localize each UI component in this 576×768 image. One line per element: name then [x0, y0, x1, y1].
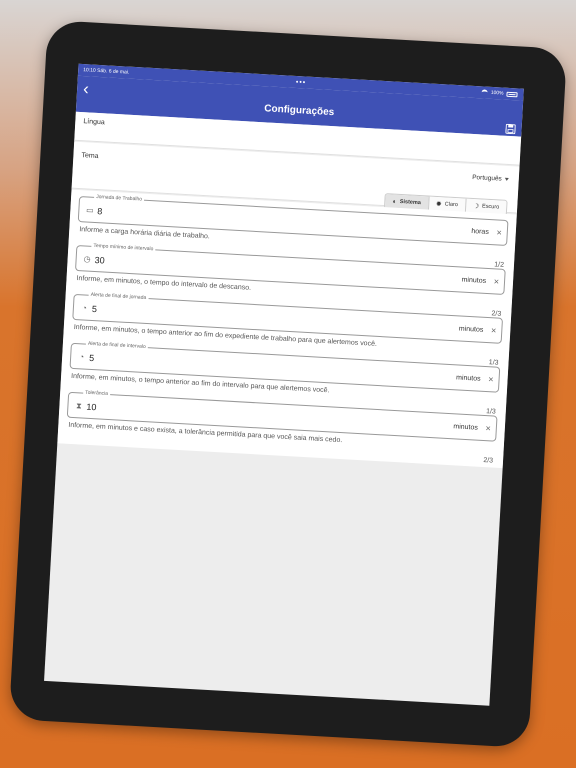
theme-option-icon: ✹	[435, 200, 442, 209]
tablet-device: 10:10 Sáb. 6 de mai. 100% ••• ‹ Configur…	[8, 20, 568, 748]
wifi-icon	[481, 89, 488, 96]
field-label: Tolerância	[83, 389, 111, 398]
screen: 10:10 Sáb. 6 de mai. 100% ••• ‹ Configur…	[44, 63, 524, 706]
field-value[interactable]: 10	[86, 402, 97, 413]
theme-option-label: Claro	[444, 201, 459, 209]
theme-option-icon: ◐	[392, 198, 397, 206]
language-label: Língua	[83, 118, 105, 127]
battery-percent: 100%	[490, 89, 504, 97]
clock-icon: ◔	[79, 352, 85, 362]
status-right: 100%	[481, 89, 518, 97]
field-value[interactable]: 5	[89, 353, 95, 363]
field-value[interactable]: 30	[94, 255, 105, 266]
briefcase-icon: ▭	[85, 205, 94, 215]
theme-option-label: Sistema	[399, 198, 422, 207]
hourglass-icon: ⧗	[75, 401, 83, 411]
field-counter: 2/3	[483, 457, 494, 465]
multitask-dots-icon[interactable]: •••	[296, 79, 307, 87]
clear-icon[interactable]: ×	[488, 374, 494, 384]
clear-icon[interactable]: ×	[496, 227, 502, 237]
field-value[interactable]: 5	[92, 304, 98, 314]
timer-icon: ◷	[83, 254, 91, 264]
field-unit: minutos	[453, 423, 479, 432]
field-label: Jornada de Trabalho	[93, 193, 145, 203]
save-icon[interactable]	[505, 123, 516, 135]
clear-icon[interactable]: ×	[494, 276, 500, 286]
settings-fields: Jornada de Trabalho ▭ 8 horas × Informe a car…	[57, 189, 517, 469]
clock-icon: ◔	[81, 303, 88, 313]
chevron-down-icon	[504, 177, 509, 181]
field-unit: minutos	[458, 325, 484, 334]
battery-icon	[506, 91, 518, 97]
theme-option-icon: ☽	[472, 203, 480, 211]
theme-label: Tema	[81, 152, 99, 161]
status-time-date: 10:10 Sáb. 6 de mai.	[83, 67, 129, 76]
status-date: Sáb. 6 de mai.	[96, 67, 130, 76]
field-unit: minutos	[455, 374, 481, 383]
clear-icon[interactable]: ×	[485, 423, 491, 433]
field-unit: horas	[471, 227, 489, 236]
status-time: 10:10	[83, 67, 96, 74]
theme-option-label: Escuro	[481, 203, 500, 211]
theme-dropdown-value: Português	[471, 173, 502, 183]
clear-icon[interactable]: ×	[491, 325, 497, 335]
field-value[interactable]: 8	[97, 206, 103, 216]
field-unit: minutos	[461, 276, 487, 285]
theme-dropdown[interactable]: Português	[472, 174, 509, 183]
